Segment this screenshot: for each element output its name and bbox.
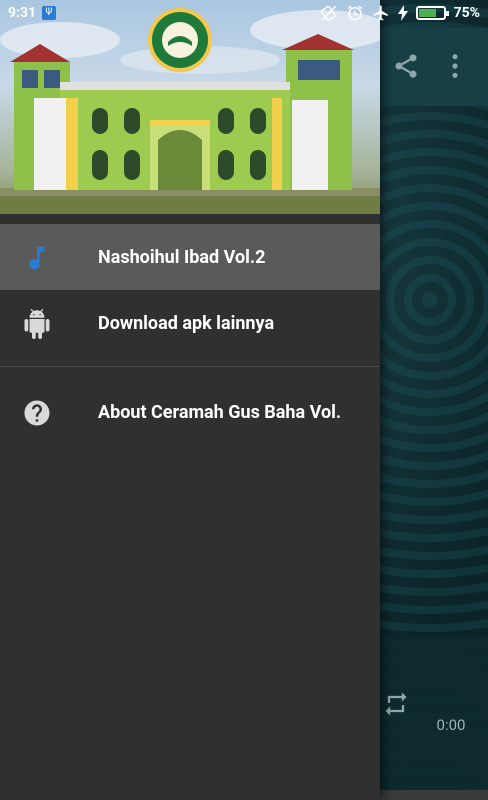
airplane-mode-icon — [373, 5, 388, 21]
battery-icon — [415, 6, 449, 20]
music-note-icon — [29, 246, 45, 270]
charging-icon — [397, 5, 408, 21]
app-screen: 0:00 9:31 Ψ 75% Nashoihul Ibad Vol.2 Dow… — [0, 0, 488, 800]
battery-percent: 75% — [453, 5, 480, 21]
share-icon[interactable] — [392, 52, 420, 80]
mosque-building-image — [0, 8, 380, 214]
usb-debug-icon: Ψ — [42, 6, 56, 20]
alarm-icon — [347, 5, 362, 21]
elapsed-time: 0:00 — [436, 716, 466, 734]
android-icon — [24, 309, 50, 339]
menu-item-label: About Ceramah Gus Baha Vol. — [98, 401, 342, 423]
rotation-lock-icon — [320, 5, 336, 22]
help-circle-icon — [24, 400, 50, 426]
menu-divider — [0, 366, 380, 367]
status-icons: 75% — [320, 4, 480, 22]
menu-item-about[interactable]: About Ceramah Gus Baha Vol. — [0, 379, 380, 445]
navigation-drawer: Nashoihul Ibad Vol.2 Download apk lainny… — [0, 0, 380, 800]
menu-item-download-apk[interactable]: Download apk lainnya — [0, 290, 380, 356]
drawer-menu: Nashoihul Ibad Vol.2 Download apk lainny… — [0, 224, 380, 445]
menu-item-nashoihul-ibad[interactable]: Nashoihul Ibad Vol.2 — [0, 224, 380, 290]
menu-item-label: Download apk lainnya — [98, 312, 275, 334]
menu-item-label: Nashoihul Ibad Vol.2 — [98, 246, 266, 268]
repeat-icon[interactable] — [382, 690, 410, 718]
status-bar: 9:31 Ψ 75% — [0, 0, 488, 28]
status-time: 9:31 — [8, 5, 37, 21]
drawer-header-image — [0, 0, 380, 214]
more-vert-icon[interactable] — [448, 52, 462, 80]
